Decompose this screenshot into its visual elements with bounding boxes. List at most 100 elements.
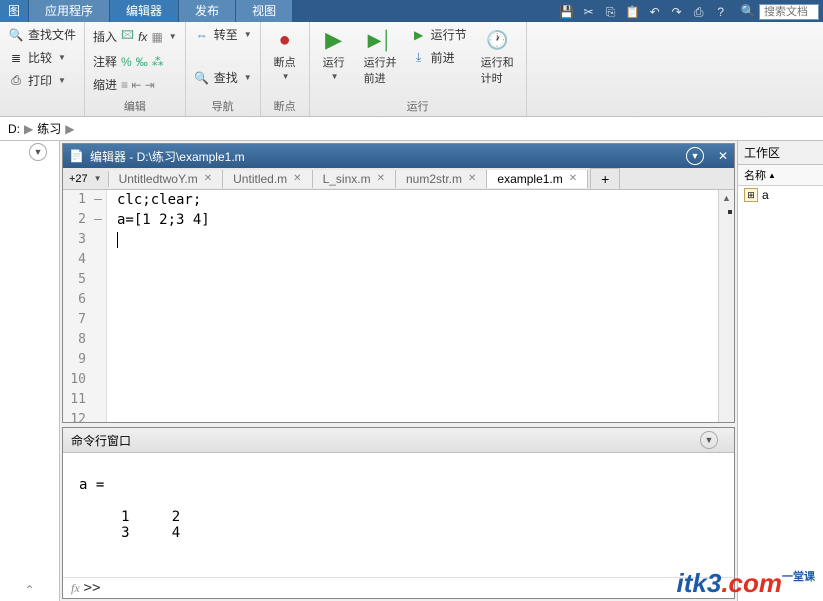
indent-button[interactable]: 缩进 ≡ ⇤ ⇥: [89, 74, 181, 95]
line-gutter: 1—2—3456789101112: [63, 190, 107, 422]
address-bar[interactable]: D: ▶ 练习 ▶: [0, 117, 823, 141]
chevron-down-icon: ▼: [331, 72, 339, 81]
main-tab-bar: 图 应用程序 编辑器 发布 视图 💾 ✂ ⎘ 📋 ↶ ↷ ⎙ ? 🔍: [0, 0, 823, 22]
undo-icon[interactable]: ↶: [647, 4, 663, 20]
command-menu-button[interactable]: ▼: [700, 431, 718, 449]
find-icon: 🔍: [194, 70, 210, 86]
print-icon[interactable]: ⎙: [691, 4, 707, 20]
clock-icon: 🕐: [485, 28, 509, 52]
new-tab-button[interactable]: +: [590, 168, 620, 190]
command-prompt[interactable]: fx >>: [63, 577, 734, 598]
advance-button[interactable]: ⤓前进: [407, 47, 471, 68]
goto-icon: ⇔: [194, 27, 210, 43]
chevron-down-icon: ▼: [58, 76, 66, 85]
code-area[interactable]: clc;clear;a=[1 2;3 4]: [107, 190, 718, 422]
command-titlebar: 命令行窗口 ▼: [63, 428, 734, 453]
panel-collapse-button[interactable]: ▼: [29, 143, 47, 161]
print-icon: ⎙: [8, 73, 24, 89]
fx-icon[interactable]: fx: [67, 581, 84, 596]
editor-menu-button[interactable]: ▼: [686, 147, 704, 165]
address-drive[interactable]: D:: [8, 122, 20, 136]
editor-titlebar: 📄 编辑器 - D:\练习\example1.m ▼ ✕: [63, 144, 734, 168]
ribbon-group-run-label: 运行: [314, 96, 522, 116]
breakpoints-button[interactable]: ● 断点 ▼: [265, 24, 305, 96]
ribbon-group-file-label: [4, 112, 80, 116]
tab-close-icon[interactable]: ✕: [204, 173, 212, 184]
panel-expand-icon[interactable]: ⌃: [24, 583, 34, 597]
editor-tab-1[interactable]: Untitled.m✕: [223, 170, 312, 188]
chevron-right-icon: ▶: [65, 122, 74, 136]
scroll-up-icon[interactable]: ▲: [719, 190, 734, 206]
run-button[interactable]: ▶ 运行 ▼: [314, 24, 354, 96]
command-title-text: 命令行窗口: [71, 432, 131, 449]
editor-tab-2[interactable]: L_sinx.m✕: [313, 170, 396, 188]
editor-tabs: +27▼ UntitledtwoY.m✕ Untitled.m✕ L_sinx.…: [63, 168, 734, 190]
insert-button[interactable]: 插入 🖾 fx ▦▼: [89, 24, 181, 49]
prompt-text: >>: [84, 580, 101, 596]
advance-icon: ⤓: [411, 50, 427, 66]
run-icon: ▶: [322, 28, 346, 52]
ribbon-group-nav-label: 导航: [190, 96, 256, 116]
editor-tab-4[interactable]: example1.m✕: [487, 170, 588, 188]
paste-icon[interactable]: 📋: [625, 4, 641, 20]
run-section-icon: ▶: [411, 27, 427, 43]
ribbon-group-edit-label: 编辑: [89, 96, 181, 116]
editor-icon: 📄: [69, 149, 84, 163]
editor-body: 1—2—3456789101112 clc;clear;a=[1 2;3 4] …: [63, 190, 734, 422]
tab-close-icon[interactable]: ✕: [377, 173, 385, 184]
main-tab-home[interactable]: 图: [0, 0, 28, 22]
editor-window: 📄 编辑器 - D:\练习\example1.m ▼ ✕ +27▼ Untitl…: [62, 143, 735, 423]
comment-button[interactable]: 注释 % ‰ ⁂: [89, 51, 181, 72]
run-section-button[interactable]: ▶运行节: [407, 24, 471, 45]
main-tab-apps[interactable]: 应用程序: [29, 0, 109, 22]
compare-icon: ≣: [8, 50, 24, 66]
run-advance-button[interactable]: ▶│ 运行并 前进: [356, 24, 405, 96]
editor-scrollbar[interactable]: ▲: [718, 190, 734, 422]
workspace-var-a[interactable]: ⊞ a: [738, 186, 823, 204]
tab-close-icon[interactable]: ✕: [569, 173, 577, 184]
chevron-down-icon: ▼: [282, 72, 290, 81]
workspace-col-name[interactable]: 名称▲: [738, 165, 823, 186]
goto-button[interactable]: ⇔转至▼: [190, 24, 256, 45]
workspace-title: 工作区: [738, 141, 823, 165]
cut-icon[interactable]: ✂: [581, 4, 597, 20]
tab-close-icon[interactable]: ✕: [468, 173, 476, 184]
find-files-button[interactable]: 🔍查找文件: [4, 24, 80, 45]
main-tab-view[interactable]: 视图: [236, 0, 292, 22]
address-folder[interactable]: 练习: [37, 120, 61, 137]
editor-tab-0[interactable]: UntitledtwoY.m✕: [109, 170, 224, 188]
left-panel: ▼ ⌃: [0, 141, 60, 601]
compare-button[interactable]: ≣比较▼: [4, 47, 80, 68]
tab-close-icon[interactable]: ✕: [293, 173, 301, 184]
main-tab-publish[interactable]: 发布: [179, 0, 235, 22]
run-advance-icon: ▶│: [368, 28, 392, 52]
save-icon[interactable]: 💾: [559, 4, 575, 20]
minimap-marker: [728, 210, 732, 214]
editor-title-text: 编辑器 - D:\练习\example1.m: [90, 148, 245, 165]
chevron-down-icon: ▼: [169, 32, 177, 41]
ribbon-group-bp-label: 断点: [265, 96, 305, 116]
doc-search: 🔍: [741, 4, 819, 20]
print-button[interactable]: ⎙打印▼: [4, 70, 80, 91]
copy-icon[interactable]: ⎘: [603, 4, 619, 20]
redo-icon[interactable]: ↷: [669, 4, 685, 20]
command-output[interactable]: a = 1 2 3 4: [63, 453, 734, 577]
chevron-right-icon: ▶: [24, 122, 33, 136]
quick-access-toolbar: 💾 ✂ ⎘ 📋 ↶ ↷ ⎙ ? 🔍: [555, 2, 823, 22]
run-time-button[interactable]: 🕐 运行和 计时: [473, 24, 522, 96]
main-tab-editor[interactable]: 编辑器: [110, 0, 178, 22]
editor-tab-3[interactable]: num2str.m✕: [396, 170, 487, 188]
search-file-icon: 🔍: [8, 27, 24, 43]
doc-search-input[interactable]: [759, 4, 819, 20]
command-window: 命令行窗口 ▼ a = 1 2 3 4 fx >>: [62, 427, 735, 599]
variable-icon: ⊞: [744, 188, 758, 202]
breakpoint-icon: ●: [273, 28, 297, 52]
help-icon[interactable]: ?: [713, 4, 729, 20]
workspace-panel: 工作区 名称▲ ⊞ a: [737, 141, 823, 601]
tab-scroll-button[interactable]: +27▼: [63, 171, 109, 187]
editor-close-icon[interactable]: ✕: [718, 149, 728, 163]
ribbon-toolbar: 🔍查找文件 ≣比较▼ ⎙打印▼ 插入 🖾 fx ▦▼ 注释 % ‰ ⁂ 缩进 ≡…: [0, 22, 823, 117]
find-button[interactable]: 🔍查找▼: [190, 67, 256, 88]
chevron-down-icon: ▼: [244, 73, 252, 82]
main-area: ▼ ⌃ 📄 编辑器 - D:\练习\example1.m ▼ ✕ +27▼ Un…: [0, 141, 823, 601]
